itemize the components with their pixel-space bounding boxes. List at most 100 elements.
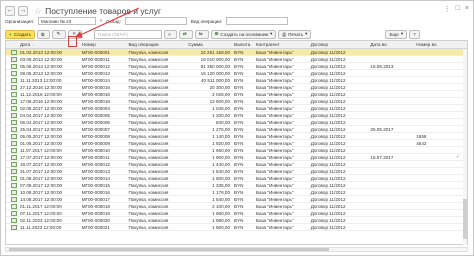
table-row[interactable]: 10.08.2017 12:00:00 МГ00-000016 Покупка, к… xyxy=(6,189,467,196)
table-row[interactable]: 11.11.2023 12:00:00 МГ00-000021 Покупка, к… xyxy=(6,224,467,231)
table-row[interactable]: 06.04.2017 12:00:00 МГ00-000006 Покупка, к… xyxy=(6,119,467,126)
cell-currency: BYN xyxy=(234,112,244,118)
column-header-sum[interactable]: Сумма xyxy=(186,42,232,47)
print-button[interactable]: ⎙ Печать ▾ xyxy=(278,29,312,39)
horizontal-scroll-thumb[interactable] xyxy=(9,248,329,251)
column-header-contract[interactable]: Договор xyxy=(309,42,369,47)
cell-contractor: База "Инвентарь" xyxy=(255,175,294,181)
column-header-date[interactable]: Дата ↓ xyxy=(18,42,70,47)
table-row[interactable]: 11.07.2017 12:00:00 МГ00-000010 Покупка, к… xyxy=(6,147,467,154)
table-row[interactable]: 25.04.2017 12:00:00 МГ00-000007 Покупка, к… xyxy=(6,126,467,133)
cell-operation: Покупка, комиссия xyxy=(128,224,169,230)
document-icon xyxy=(11,140,17,146)
column-header-number[interactable]: Номер xyxy=(80,42,127,47)
document-posted-icon xyxy=(6,84,18,90)
table-row[interactable]: 07.11.2017 12:00:00 МГ00-000019 Покупка, к… xyxy=(6,210,467,217)
document-icon xyxy=(11,119,17,125)
document-posted-icon xyxy=(6,196,18,202)
cell-sum: 40 511 000,00 xyxy=(200,77,231,83)
cell-sum: 81 350 000,00 xyxy=(200,63,231,69)
annotation-highlight-box xyxy=(68,36,77,47)
cell-number: МГ00-000016 xyxy=(81,98,110,104)
cell-contractor: База "Инвентарь" xyxy=(255,105,294,111)
help-button[interactable]: ? xyxy=(409,29,420,39)
cell-date: 01.08.2017 12:00:00 xyxy=(19,175,63,181)
table-row[interactable]: 19.07.2017 12:00:00 МГ00-000012 Покупка, к… xyxy=(6,161,467,168)
table-row[interactable]: 01.05.2017 12:00:00 МГ00-000009 Покупка, к… xyxy=(6,140,467,147)
cell-number: МГ00-000001 xyxy=(81,49,110,55)
cell-contract: Договор 11/2012 xyxy=(310,175,346,181)
vertical-scrollbar[interactable] xyxy=(463,49,467,245)
table-row[interactable]: 01.08.2017 12:00:00 МГ00-000014 Покупка, к… xyxy=(6,175,467,182)
cell-contract: Договор 11/2012 xyxy=(310,49,346,55)
warehouse-field[interactable] xyxy=(124,17,187,25)
horizontal-scrollbar[interactable] xyxy=(5,247,468,252)
table-row[interactable]: 01.11.2017 12:00:00 МГ00-000018 Покупка, к… xyxy=(6,203,467,210)
cell-contract: Договор 11/2012 xyxy=(310,119,346,125)
cell-date: 02.11.2023 12:00:00 xyxy=(19,217,62,223)
column-header-operation[interactable]: Вид операции xyxy=(126,42,186,47)
copy-button[interactable]: ⧉ xyxy=(37,29,51,39)
more-label: Еще xyxy=(389,31,399,37)
more-button[interactable]: Еще ▾ xyxy=(385,29,408,39)
column-header-incoming-number[interactable]: Номер вх. xyxy=(414,42,454,47)
table-row[interactable]: 01.03.2013 12:00:00 МГ00-000001 Покупка, к… xyxy=(6,49,467,56)
star-icon[interactable]: ☆ xyxy=(34,6,42,17)
document-posted-icon xyxy=(6,133,18,139)
cell-sum: 1 920,00 xyxy=(212,140,231,146)
printer-icon: ⎙ xyxy=(282,31,287,37)
table-row[interactable]: 02.05.2017 12:00:00 МГ00-000004 Покупка, к… xyxy=(6,105,467,112)
document-posted-icon xyxy=(6,203,18,209)
table-row[interactable]: 05.05.2017 12:00:00 МГ00-000008 Покупка, к… xyxy=(6,133,467,140)
unpost-button[interactable]: ⇆ xyxy=(194,29,209,39)
cell-currency: BYN xyxy=(234,196,244,202)
close-icon[interactable]: × xyxy=(465,5,469,13)
cell-incoming-date: 15.07.2017 xyxy=(370,154,394,160)
back-button[interactable]: ← xyxy=(5,6,15,16)
cell-currency: BYN xyxy=(234,203,244,209)
document-posted-icon xyxy=(6,224,18,230)
operation-type-field[interactable] xyxy=(226,17,289,25)
vertical-scroll-thumb[interactable] xyxy=(463,199,467,239)
forward-button[interactable]: → xyxy=(18,6,28,16)
create-on-basis-label: Создать на основании xyxy=(220,31,269,37)
column-header-contractor[interactable]: Контрагент xyxy=(254,42,309,47)
cell-currency: BYN xyxy=(234,140,244,146)
table-row[interactable]: 03.06.2013 12:00:00 МГ00-000011 Покупка, к… xyxy=(6,56,467,63)
more-menu-icon[interactable]: ⋮ xyxy=(444,5,451,13)
table-row[interactable]: 07.08.2017 12:00:00 МГ00-000015 Покупка, к… xyxy=(6,182,467,189)
cell-number: МГ00-000021 xyxy=(81,224,110,230)
edit-button[interactable]: ✎ xyxy=(52,29,67,39)
create-on-basis-button[interactable]: ⊞ Создать на основании ▾ xyxy=(210,29,277,39)
table-row[interactable]: 14.08.2017 12:00:00 МГ00-000017 Покупка, к… xyxy=(6,196,467,203)
column-header-incoming-date[interactable]: Дата вх. xyxy=(368,42,414,47)
table-row[interactable]: 08.06.2013 12:00:00 МГ00-000013 Покупка, к… xyxy=(6,70,467,77)
table-row[interactable]: 02.11.2023 12:00:00 МГ00-000020 Покупка, к… xyxy=(6,217,467,224)
cell-operation: Покупка, комиссия xyxy=(128,112,169,118)
search-input[interactable]: Поиск (Ctrl+F) xyxy=(94,29,163,39)
maximize-icon[interactable]: □ xyxy=(456,5,460,13)
cell-number: МГ00-000013 xyxy=(81,70,110,76)
post-button[interactable]: ⇄ xyxy=(178,29,193,39)
document-posted-icon xyxy=(6,91,18,97)
help-icon: ? xyxy=(413,31,416,37)
document-icon xyxy=(11,91,17,97)
cell-sum: 2 100,00 xyxy=(212,203,231,209)
dropdown-icon[interactable]: ▾ xyxy=(100,18,102,24)
table-row[interactable]: 05.06.2013 12:00:00 МГ00-000012 Покупка, к… xyxy=(6,63,467,70)
organization-field[interactable]: Магазин № 23 xyxy=(37,17,96,25)
cell-operation: Покупка, комиссия xyxy=(128,133,169,139)
table-row[interactable]: 31.07.2017 12:00:00 МГ00-000013 Покупка, к… xyxy=(6,168,467,175)
table-row[interactable]: 11.12.2016 12:00:00 МГ00-000016 Покупка, к… xyxy=(6,91,467,98)
create-button[interactable]: + Создать xyxy=(5,29,36,39)
cell-contractor: База "Инвентарь" xyxy=(255,217,294,223)
cell-contract: Договор 11/2012 xyxy=(310,98,346,104)
table-row[interactable]: 11.11.2013 12:00:00 МГ00-000014 Покупка, к… xyxy=(6,77,467,84)
table-row[interactable]: 17.07.2017 12:00:00 МГ00-000011 Покупка, к… xyxy=(6,154,467,161)
table-row[interactable]: 17.08.2016 12:00:00 МГ00-000016 Покупка, к… xyxy=(6,98,467,105)
table-row[interactable]: 27.12.2016 12:00:00 МГ00-000016 Покупка, к… xyxy=(6,84,467,91)
table-row[interactable]: 04.04.2017 12:00:00 МГ00-000005 Покупка, к… xyxy=(6,112,467,119)
column-header-currency[interactable]: Валюта xyxy=(232,42,254,47)
document-icon xyxy=(11,70,17,76)
clear-search-button[interactable]: × xyxy=(164,29,177,39)
